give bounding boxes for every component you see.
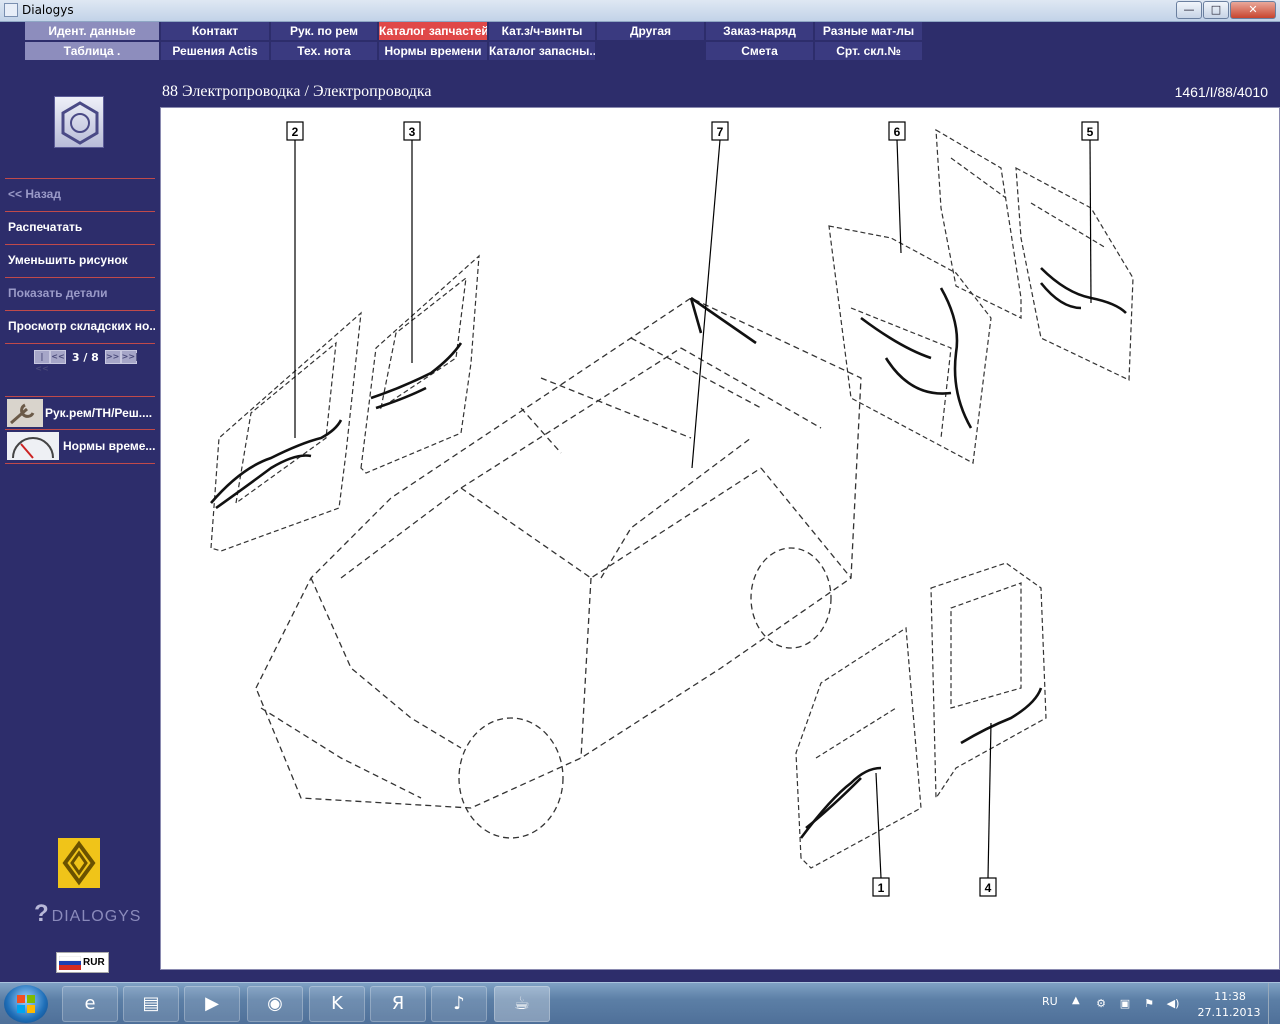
sidebar: << Назад Распечатать Уменьшить рисунок П… — [0, 82, 160, 982]
callout-3[interactable]: 3 — [403, 121, 421, 141]
pager-status: 3 / 8 — [71, 350, 99, 364]
callout-7-label: 7 — [717, 125, 724, 139]
show-hidden-icons-button[interactable]: ▲ — [1072, 995, 1080, 1006]
sidebar-show-details[interactable]: Показать детали — [5, 277, 155, 310]
link-time-norms-label: Нормы време... — [63, 439, 155, 453]
volume-tray-icon[interactable]: ◀) — [1166, 997, 1180, 1011]
speedometer-icon — [7, 432, 59, 460]
show-desktop-button[interactable] — [1268, 983, 1280, 1024]
chrome-icon[interactable]: ◉ — [247, 986, 303, 1022]
tab-table[interactable]: Таблица . — [25, 42, 159, 60]
window-title: Dialogys — [22, 3, 74, 17]
callout-4[interactable]: 4 — [979, 877, 997, 897]
tab-spare-catalog[interactable]: Каталог запасны... — [489, 42, 595, 60]
close-button[interactable]: ✕ — [1230, 1, 1276, 19]
speaker-app-icon[interactable]: ♪ — [431, 986, 487, 1022]
windows-logo-icon — [17, 995, 35, 1013]
sidebar-back[interactable]: << Назад — [5, 178, 155, 211]
tab-ident-data[interactable]: Идент. данные — [25, 22, 159, 40]
wiring-harness — [210, 267, 1127, 839]
tab-time-norms[interactable]: Нормы времени — [379, 42, 487, 60]
media-player-icon[interactable]: ▶ — [184, 986, 240, 1022]
internet-explorer-icon[interactable]: e — [62, 986, 118, 1022]
java-icon[interactable]: ☕ — [494, 986, 550, 1022]
currency-selector[interactable]: RUR — [56, 952, 109, 973]
diagram-code: 1461/I/88/4010 — [1174, 84, 1268, 100]
tab-work-order[interactable]: Заказ-наряд — [706, 22, 813, 40]
wrench-icon — [7, 399, 43, 427]
minimize-button[interactable]: — — [1176, 1, 1202, 19]
callout-1[interactable]: 1 — [872, 877, 890, 897]
callout-1-label: 1 — [878, 881, 885, 895]
tab-other[interactable]: Другая — [597, 22, 704, 40]
callout-2-label: 2 — [292, 125, 299, 139]
app-window: Dialogys — □ ✕ Идент. данные Контакт Рук… — [0, 0, 1280, 1024]
pager-prev-button[interactable]: << — [50, 350, 66, 364]
sidebar-stock-view[interactable]: Просмотр складских но... — [5, 310, 155, 344]
link-time-norms[interactable]: Нормы време... — [5, 430, 155, 464]
app-icon — [4, 3, 18, 17]
callout-6-label: 6 — [894, 125, 901, 139]
maximize-button[interactable]: □ — [1203, 1, 1229, 19]
tab-estimate[interactable]: Смета — [706, 42, 813, 60]
page-title: 88 Электропроводка / Электропроводка — [162, 83, 432, 100]
taskbar: e ▤ ▶ ◉ K Я ♪ ☕ RU ▲ ⚙ ▣ ⚑ ◀) 11:38 27.1… — [0, 982, 1280, 1024]
tab-parts-screws[interactable]: Кат.з/ч-винты — [489, 22, 595, 40]
steam-tray-icon[interactable]: ⚙ — [1094, 997, 1108, 1011]
title-bar: Dialogys — □ ✕ — [0, 0, 1280, 22]
file-explorer-icon[interactable]: ▤ — [123, 986, 179, 1022]
tab-parts-catalog[interactable]: Каталог запчастей — [379, 22, 487, 40]
hex-nut-logo-icon — [54, 96, 104, 148]
pager-last-button[interactable]: >>| — [120, 350, 138, 364]
pager-next-button[interactable]: >> — [104, 350, 121, 364]
callouts: 2 3 7 6 5 1 4 — [286, 121, 1099, 897]
language-indicator[interactable]: RU — [1042, 995, 1058, 1008]
clock-time[interactable]: 11:38 — [1205, 990, 1255, 1003]
tab-actis-solutions[interactable]: Решения Actis — [161, 42, 269, 60]
tab-storage-num[interactable]: Срт. скл.№ — [815, 42, 922, 60]
action-center-flag-icon[interactable]: ⚑ — [1142, 997, 1156, 1011]
callout-4-label: 4 — [985, 881, 992, 895]
start-button[interactable] — [4, 985, 48, 1023]
top-navigation: Идент. данные Контакт Рук. по рем Катало… — [0, 22, 1280, 82]
clock-date[interactable]: 27.11.2013 — [1197, 1006, 1261, 1019]
pager: |<<<< 3 / 8 >> >>| — [34, 350, 138, 373]
tab-tech-note[interactable]: Тех. нота — [271, 42, 377, 60]
tab-repair-manual[interactable]: Рук. по рем — [271, 22, 377, 40]
callout-6[interactable]: 6 — [888, 121, 906, 141]
link-repair-manual-label: Рук.рем/ТН/Реш.... — [45, 406, 153, 420]
sidebar-zoom-out[interactable]: Уменьшить рисунок — [5, 244, 155, 277]
russia-flag-icon — [58, 955, 82, 970]
callout-3-label: 3 — [409, 125, 416, 139]
kaspersky-icon[interactable]: K — [309, 986, 365, 1022]
callout-2[interactable]: 2 — [286, 121, 304, 141]
yandex-icon[interactable]: Я — [370, 986, 426, 1022]
currency-label: RUR — [83, 957, 105, 968]
tab-contact[interactable]: Контакт — [161, 22, 269, 40]
wiring-diagram: 2 3 7 6 5 1 4 — [210, 121, 1134, 897]
door-outlines — [210, 128, 1134, 869]
pager-first-button[interactable]: |<< — [34, 350, 50, 373]
renault-logo — [58, 838, 100, 888]
dialogys-brand-text: DIALOGYS — [51, 908, 142, 925]
diagram-canvas[interactable]: 2 3 7 6 5 1 4 — [160, 107, 1280, 970]
callout-5[interactable]: 5 — [1081, 121, 1099, 141]
link-repair-manual[interactable]: Рук.рем/ТН/Реш.... — [5, 396, 155, 430]
leader-lines — [294, 139, 1092, 879]
dialogys-logo: ? DIALOGYS — [34, 900, 142, 927]
sidebar-print[interactable]: Распечатать — [5, 211, 155, 244]
tab-misc-materials[interactable]: Разные мат-лы — [815, 22, 922, 40]
network-tray-icon[interactable]: ▣ — [1118, 997, 1132, 1011]
callout-7[interactable]: 7 — [711, 121, 729, 141]
callout-5-label: 5 — [1087, 125, 1094, 139]
vehicle-outline — [255, 297, 862, 839]
